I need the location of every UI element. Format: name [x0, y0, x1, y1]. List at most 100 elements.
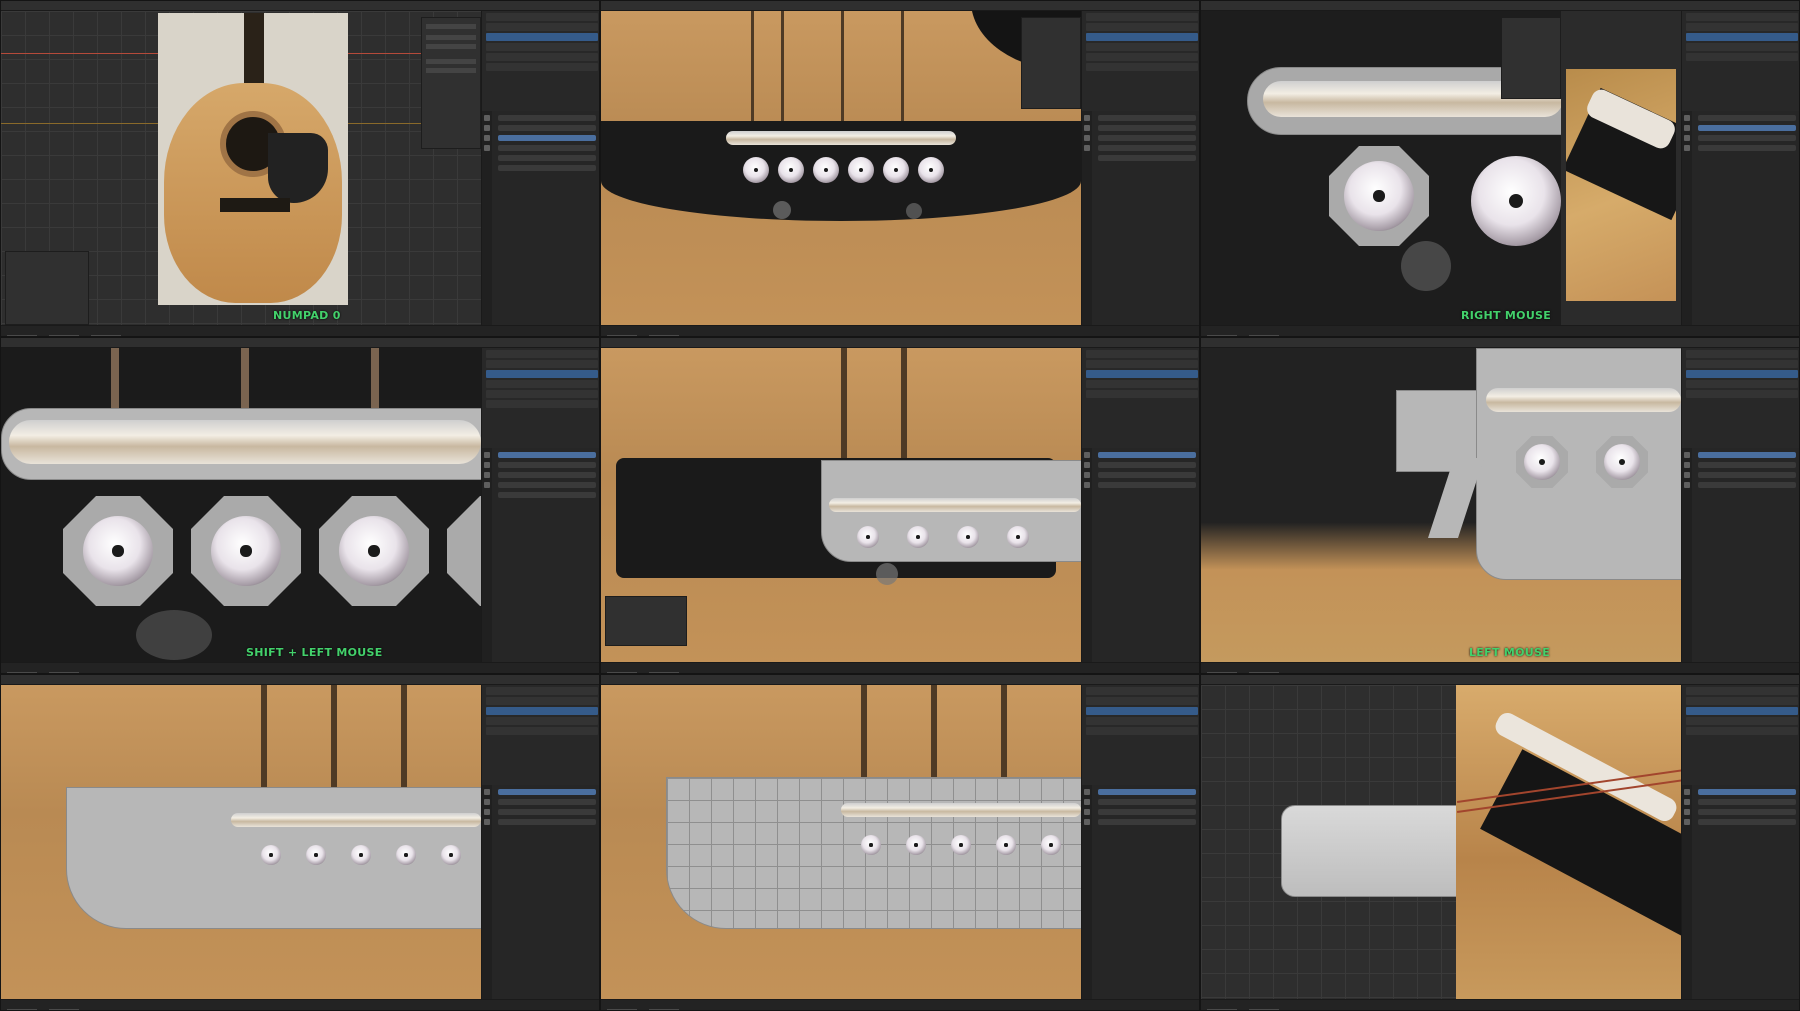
saddle: [1486, 388, 1681, 412]
pin-mesh-octagon: [447, 496, 481, 606]
bridge-pin: [211, 516, 281, 586]
bridge-pin: [957, 526, 979, 548]
properties-panel[interactable]: [1081, 785, 1199, 1002]
bridge-pin: [1524, 444, 1560, 480]
3d-cursor: [136, 610, 212, 660]
outliner-panel[interactable]: [1681, 685, 1799, 786]
properties-panel[interactable]: [481, 111, 599, 328]
status-bar: [601, 325, 1199, 336]
tutorial-step-2: [600, 0, 1200, 337]
tutorial-step-7: [0, 674, 600, 1011]
top-menu-bar[interactable]: [1201, 1, 1799, 16]
top-menu-bar[interactable]: [601, 338, 1199, 353]
sidebar-n-panel[interactable]: [1021, 17, 1081, 109]
outliner-panel[interactable]: [481, 348, 599, 449]
operator-panel[interactable]: [5, 251, 89, 325]
bridge-mesh: [1476, 348, 1681, 580]
reference-photo-inset: [1456, 685, 1681, 1002]
3d-cursor: [876, 563, 898, 585]
tutorial-step-8: [600, 674, 1200, 1011]
bridge-pin: [918, 157, 944, 183]
top-menu-bar[interactable]: [1201, 338, 1799, 353]
hud-hint: LEFT MOUSE: [1469, 646, 1551, 659]
sidebar-n-panel[interactable]: [421, 17, 481, 149]
saddle: [841, 803, 1081, 817]
outliner-panel[interactable]: [1681, 348, 1799, 449]
reference-image: [158, 13, 348, 305]
properties-panel[interactable]: [1081, 111, 1199, 328]
bridge-pin: [351, 845, 371, 865]
saddle: [231, 813, 481, 827]
bridge-pin: [743, 157, 769, 183]
tutorial-step-4: SHIFT + LEFT MOUSE: [0, 337, 600, 674]
tutorial-step-3: RIGHT MOUSE: [1200, 0, 1800, 337]
properties-panel[interactable]: [1681, 448, 1799, 665]
modifier-icon[interactable]: [484, 145, 490, 151]
top-menu-bar[interactable]: [1201, 675, 1799, 690]
bridge-pin: [861, 835, 881, 855]
top-menu-bar[interactable]: [1, 1, 599, 16]
outliner-panel[interactable]: [1081, 348, 1199, 449]
3d-viewport[interactable]: NUMPAD 0: [1, 11, 481, 328]
bridge-pin: [857, 526, 879, 548]
status-bar: [1, 999, 599, 1010]
bridge-block-mesh: [1281, 805, 1456, 897]
properties-panel[interactable]: [481, 448, 599, 665]
bridge-pin: [1007, 526, 1029, 548]
bridge-pin: [951, 835, 971, 855]
bridge-pin: [1604, 444, 1640, 480]
3d-viewport[interactable]: [1201, 685, 1456, 1002]
saddle: [726, 131, 956, 145]
3d-viewport[interactable]: SHIFT + LEFT MOUSE: [1, 348, 481, 665]
3d-viewport[interactable]: [601, 348, 1081, 665]
operator-panel[interactable]: [605, 596, 687, 646]
3d-cursor: [773, 201, 791, 219]
bridge-pin: [813, 157, 839, 183]
3d-viewport[interactable]: [601, 685, 1081, 1002]
reference-photo-inset: [1566, 69, 1676, 301]
status-bar: [1, 662, 599, 673]
properties-panel[interactable]: [1681, 111, 1799, 328]
object-icon[interactable]: [484, 135, 490, 141]
status-bar: [1201, 999, 1799, 1010]
3d-viewport[interactable]: RIGHT MOUSE: [1201, 11, 1561, 328]
gear-icon[interactable]: [484, 115, 490, 121]
bridge-pin: [83, 516, 153, 586]
bridge-pin: [778, 157, 804, 183]
top-menu-bar[interactable]: [601, 1, 1199, 16]
status-bar: [601, 662, 1199, 673]
outliner-panel[interactable]: [481, 11, 599, 112]
outliner-panel[interactable]: [1081, 685, 1199, 786]
bridge-pin: [396, 845, 416, 865]
bridge-pin: [907, 526, 929, 548]
3d-viewport[interactable]: LEFT MOUSE: [1201, 348, 1681, 665]
status-bar: [1, 325, 599, 336]
outliner-panel[interactable]: [1081, 11, 1199, 112]
properties-panel[interactable]: [1681, 785, 1799, 1002]
status-bar: [601, 999, 1199, 1010]
top-menu-bar[interactable]: [1, 675, 599, 690]
saddle: [829, 498, 1081, 512]
bridge-pin: [1041, 835, 1061, 855]
top-menu-bar[interactable]: [1, 338, 599, 353]
outliner-panel[interactable]: [481, 685, 599, 786]
bridge-pin: [906, 835, 926, 855]
top-menu-bar[interactable]: [601, 675, 1199, 690]
bridge-pin: [883, 157, 909, 183]
3d-viewport[interactable]: [1, 685, 481, 1002]
saddle: [9, 420, 481, 464]
outliner-panel[interactable]: [1681, 11, 1799, 112]
bridge-pin: [339, 516, 409, 586]
tutorial-step-5: [600, 337, 1200, 674]
bridge-pin: [261, 845, 281, 865]
bridge-pin: [306, 845, 326, 865]
3d-cursor: [906, 203, 922, 219]
bridge-pin: [1471, 156, 1561, 246]
properties-panel[interactable]: [1081, 448, 1199, 665]
tutorial-step-9: [1200, 674, 1800, 1011]
hud-hint: RIGHT MOUSE: [1461, 309, 1552, 322]
sidebar-n-panel[interactable]: [1501, 17, 1561, 99]
3d-viewport[interactable]: [601, 11, 1081, 328]
properties-panel[interactable]: [481, 785, 599, 1002]
camera-icon[interactable]: [484, 125, 490, 131]
